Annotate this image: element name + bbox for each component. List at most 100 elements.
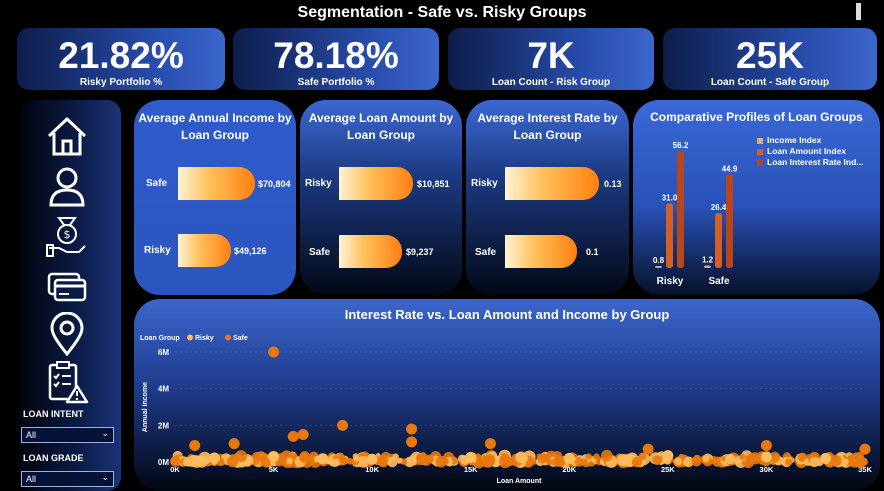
scatter-point-risky[interactable] <box>366 453 378 465</box>
money-hand-icon[interactable]: $ <box>45 214 89 258</box>
scatter-point[interactable] <box>333 458 340 465</box>
kpi-label: Safe Portfolio % <box>297 77 375 88</box>
interest-bar-risky[interactable] <box>505 167 599 200</box>
location-pin-icon[interactable] <box>45 312 89 356</box>
scatter-point[interactable] <box>552 456 563 467</box>
checklist-warning-icon[interactable] <box>45 360 89 404</box>
scatter-point[interactable] <box>809 457 820 467</box>
user-icon[interactable] <box>45 164 89 208</box>
scatter-point-risky[interactable] <box>268 451 280 462</box>
scatter-point[interactable] <box>286 457 294 465</box>
scatter-point-safe[interactable] <box>337 419 349 431</box>
bar-value-risky: $10,851 <box>417 179 450 189</box>
bar-label-safe: Safe <box>309 247 331 258</box>
scatter-point-safe[interactable] <box>189 440 201 451</box>
scatter-point[interactable] <box>618 457 628 467</box>
scatter-point-safe[interactable] <box>228 438 240 450</box>
scatter-point[interactable] <box>300 456 308 463</box>
kpi-value: 78.18% <box>273 35 399 76</box>
income-bar-safe[interactable] <box>178 167 255 200</box>
scatter-point-safe[interactable] <box>297 429 309 440</box>
loan-amount-bar-risky[interactable] <box>339 167 413 200</box>
scatter-point[interactable] <box>515 451 528 464</box>
scatter-point[interactable] <box>501 454 510 463</box>
scatter-point[interactable] <box>425 454 435 463</box>
scatter-point[interactable] <box>674 457 683 466</box>
bar-data-label: 31.0 <box>662 193 678 202</box>
scatter-point[interactable] <box>353 456 360 462</box>
scatter-point-safe[interactable] <box>760 440 772 451</box>
legend-marker <box>225 334 231 341</box>
scatter-point[interactable] <box>593 453 600 460</box>
scatter-point[interactable] <box>347 459 354 465</box>
bar-safe-0[interactable] <box>704 265 711 269</box>
bar-safe-2[interactable] <box>726 174 733 268</box>
income-bar-risky[interactable] <box>178 234 232 267</box>
scatter-point-risky[interactable] <box>563 452 575 464</box>
scatter-point-risky[interactable] <box>662 450 674 462</box>
scatter-point[interactable] <box>692 454 702 463</box>
loan-amount-bar-safe[interactable] <box>339 235 402 268</box>
scatter-point[interactable] <box>601 449 613 462</box>
scatter-point[interactable] <box>338 455 347 464</box>
kpi-value: 25K <box>736 35 804 76</box>
scatter-point[interactable] <box>170 456 181 467</box>
bar-risky-0[interactable] <box>655 266 662 268</box>
scatter-point[interactable] <box>833 455 840 463</box>
scatter-point[interactable] <box>574 457 584 467</box>
scatter-point-risky[interactable] <box>317 453 329 465</box>
scatter-point-safe[interactable] <box>642 443 654 455</box>
scatter-point[interactable] <box>859 457 869 466</box>
scatter-point-safe[interactable] <box>268 346 280 358</box>
scatter-point-risky[interactable] <box>820 453 832 465</box>
scatter-point[interactable] <box>537 453 548 464</box>
home-icon[interactable] <box>45 114 89 158</box>
scrollbar-thumb[interactable] <box>856 3 861 20</box>
interest-bar-safe[interactable] <box>505 235 578 268</box>
scatter-point[interactable] <box>407 456 417 466</box>
bar-risky-2[interactable] <box>677 150 684 268</box>
scatter-point-safe[interactable] <box>406 436 418 448</box>
bar-value-safe: 0.1 <box>586 247 599 257</box>
scatter-point-safe[interactable] <box>484 438 496 450</box>
scatter-point[interactable] <box>387 456 398 468</box>
scatter-point[interactable] <box>708 458 715 465</box>
scatter-point[interactable] <box>255 451 267 462</box>
scatter-point-risky[interactable] <box>465 451 477 463</box>
legend-item-safe[interactable]: Safe <box>233 335 248 342</box>
scatter-point[interactable] <box>396 457 403 464</box>
scatter-point[interactable] <box>196 456 208 468</box>
filter-label-loan-intent: LOAN INTENT <box>23 409 84 419</box>
scatter-point-risky[interactable] <box>208 452 220 464</box>
scatter-point-safe[interactable] <box>287 430 299 442</box>
comparative-bar-chart: 0.8 31.0 56.2 Risky 1.2 26.4 44.9 Safe <box>653 141 738 287</box>
y-axis-label: Annual Income <box>142 382 149 432</box>
legend-title: Loan Group <box>140 335 180 342</box>
scatter-point[interactable] <box>631 456 643 468</box>
scatter-point[interactable] <box>377 455 389 466</box>
bar-safe-1[interactable] <box>715 213 722 268</box>
legend-item-risky[interactable]: Risky <box>195 335 214 342</box>
y-tick-label: 4M <box>158 385 169 394</box>
credit-cards-icon[interactable] <box>45 264 89 308</box>
bar-data-label: 44.9 <box>722 164 738 173</box>
scatter-point-risky[interactable] <box>760 451 772 463</box>
bar-risky-1[interactable] <box>666 203 673 268</box>
bar-label-risky: Risky <box>144 245 171 256</box>
category-label: Safe <box>708 276 730 287</box>
scatter-point[interactable] <box>843 458 849 465</box>
scatter-point[interactable] <box>182 457 192 467</box>
loan-intent-dropdown[interactable]: All ⌄ <box>21 427 114 443</box>
scatter-point-safe[interactable] <box>406 423 418 435</box>
scatter-point[interactable] <box>235 450 247 463</box>
scatter-point[interactable] <box>652 455 663 466</box>
scatter-point[interactable] <box>435 455 447 468</box>
scatter-point[interactable] <box>585 453 592 460</box>
scatter-point[interactable] <box>725 453 736 465</box>
scatter-point[interactable] <box>785 458 793 466</box>
scatter-point[interactable] <box>739 453 746 460</box>
scatter-point-safe[interactable] <box>859 443 871 455</box>
scatter-plot: Loan Group Risky Safe0M2M4M6M0K 5K 10K 15K 20K… <box>140 334 872 485</box>
loan-grade-dropdown[interactable]: All ⌄ <box>21 471 114 487</box>
scatter-point[interactable] <box>482 455 495 468</box>
